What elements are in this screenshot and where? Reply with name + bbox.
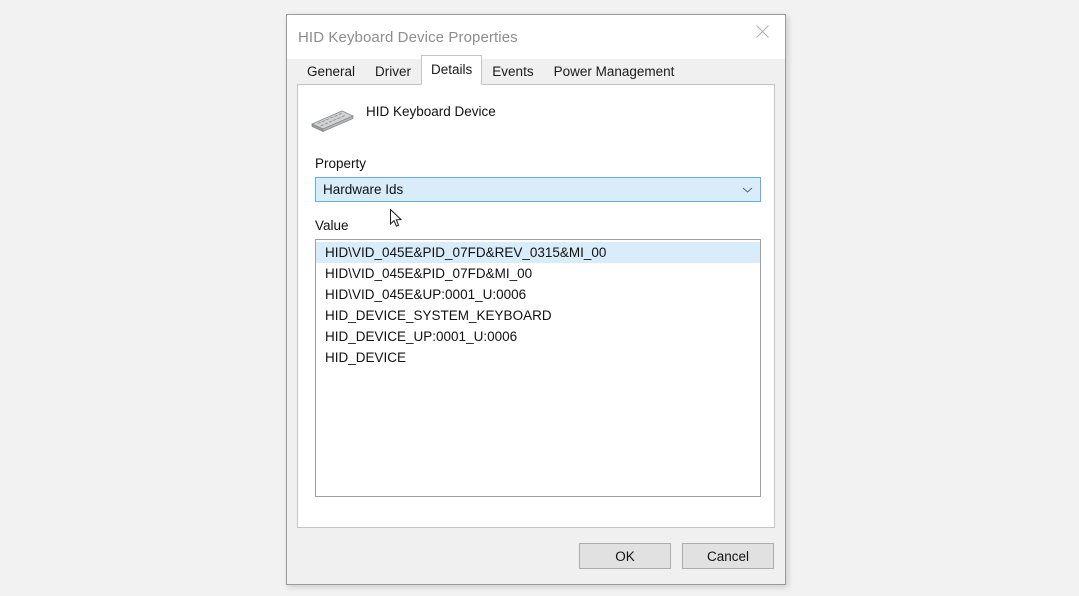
- property-combobox[interactable]: Hardware Ids: [315, 177, 761, 202]
- tab-strip: General Driver Details Events Power Mana…: [287, 55, 785, 85]
- close-icon: [755, 24, 769, 38]
- details-tab-page: HID Keyboard Device Property Hardware Id…: [297, 84, 775, 528]
- list-item[interactable]: HID\VID_045E&PID_07FD&REV_0315&MI_00: [316, 242, 760, 263]
- tab-driver[interactable]: Driver: [365, 59, 421, 84]
- chevron-down-icon: [742, 178, 753, 201]
- list-item[interactable]: HID_DEVICE: [316, 347, 760, 368]
- list-item[interactable]: HID\VID_045E&PID_07FD&MI_00: [316, 263, 760, 284]
- device-name: HID Keyboard Device: [366, 103, 496, 119]
- property-combobox-value: Hardware Ids: [323, 182, 404, 197]
- ok-button[interactable]: OK: [579, 543, 671, 569]
- tab-details[interactable]: Details: [421, 55, 483, 85]
- value-list[interactable]: HID\VID_045E&PID_07FD&REV_0315&MI_00 HID…: [315, 239, 761, 497]
- window-title: HID Keyboard Device Properties: [298, 29, 518, 46]
- value-label: Value: [315, 218, 349, 233]
- title-bar: HID Keyboard Device Properties: [287, 15, 785, 59]
- tab-power-management[interactable]: Power Management: [544, 59, 685, 84]
- list-item[interactable]: HID_DEVICE_SYSTEM_KEYBOARD: [316, 305, 760, 326]
- list-item[interactable]: HID\VID_045E&UP:0001_U:0006: [316, 284, 760, 305]
- property-label: Property: [315, 156, 367, 171]
- close-button[interactable]: [739, 15, 785, 47]
- device-header: HID Keyboard Device: [298, 91, 774, 143]
- device-properties-dialog: HID Keyboard Device Properties General D…: [286, 14, 786, 585]
- keyboard-icon: [306, 97, 358, 137]
- list-item[interactable]: HID_DEVICE_UP:0001_U:0006: [316, 326, 760, 347]
- tab-events[interactable]: Events: [482, 59, 543, 84]
- tab-general[interactable]: General: [297, 59, 365, 84]
- cancel-button[interactable]: Cancel: [682, 543, 774, 569]
- dialog-footer: OK Cancel: [287, 528, 785, 584]
